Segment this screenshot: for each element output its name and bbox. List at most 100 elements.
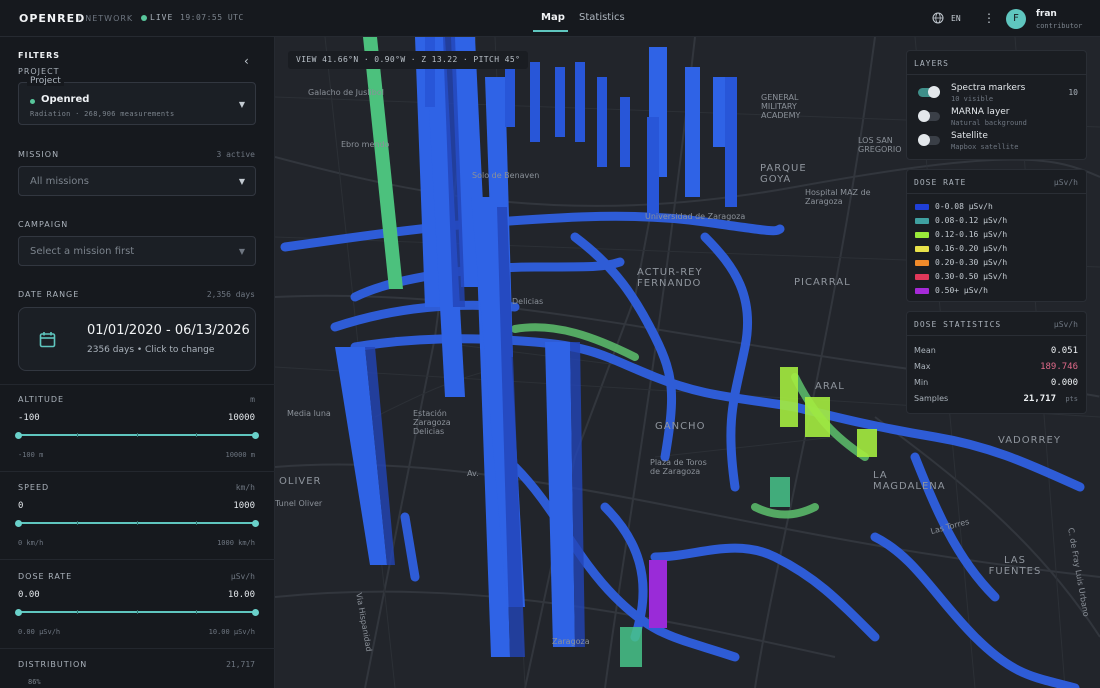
dose-rate-min-handle[interactable] xyxy=(15,609,22,616)
more-menu-icon[interactable]: ⋮ xyxy=(983,11,995,25)
date-range-count: 2,356 days xyxy=(206,290,255,299)
marna-layer-toggle[interactable] xyxy=(918,110,940,122)
map-label: GENERAL MILITARY ACADEMY xyxy=(761,93,801,120)
divider xyxy=(907,335,1086,336)
slider-tick xyxy=(77,433,78,437)
dose-rate-max-value: 10.00 xyxy=(227,590,255,600)
samples-label: Samples xyxy=(914,394,949,403)
mission-count: 3 active xyxy=(216,150,255,159)
date-range-picker[interactable]: 01/01/2020 - 06/13/2026 2356 days • Clic… xyxy=(18,307,256,371)
legend-swatch xyxy=(915,204,929,210)
chevron-down-icon: ▼ xyxy=(238,177,245,186)
layer-name: Spectra markers xyxy=(951,83,1026,93)
altitude-unit: m xyxy=(250,395,255,404)
map-label: ARAL xyxy=(815,381,845,392)
mean-value: 0.051 xyxy=(1050,346,1078,356)
tab-statistics[interactable]: Statistics xyxy=(579,12,625,23)
dose-rate-min-label: 0.00 µSv/h xyxy=(18,628,61,636)
high-dose-column[interactable] xyxy=(649,560,667,628)
avatar[interactable]: F xyxy=(1006,9,1026,29)
divider xyxy=(907,193,1086,194)
legend-label: 0.08-0.12 µSv/h xyxy=(935,216,1008,225)
legend-label: 0.30-0.50 µSv/h xyxy=(935,272,1008,281)
speed-max-handle[interactable] xyxy=(252,520,259,527)
slider-tick xyxy=(77,521,78,525)
map-label: GANCHO xyxy=(655,421,706,432)
map-label: LOS SAN GREGORIO xyxy=(858,136,902,154)
samples-value: 21,717 xyxy=(1023,394,1056,404)
stats-unit: µSv/h xyxy=(1053,320,1078,329)
speed-max-label: 1000 km/h xyxy=(217,539,255,547)
live-status-dot xyxy=(141,15,147,21)
map-label: Delicias xyxy=(512,297,544,306)
campaign-select[interactable]: Select a mission first ▼ xyxy=(18,236,256,266)
project-status-dot xyxy=(30,99,35,104)
slider-tick xyxy=(77,610,78,614)
live-clock: 19:07:55 UTC xyxy=(180,13,244,22)
dose-rate-max-handle[interactable] xyxy=(252,609,259,616)
distribution-count: 21,717 xyxy=(226,660,255,669)
stats-title: DOSE STATISTICS xyxy=(914,320,1002,329)
project-section-title: PROJECT xyxy=(18,67,60,76)
altitude-max-handle[interactable] xyxy=(252,432,259,439)
slider-tick xyxy=(196,610,197,614)
altitude-min-handle[interactable] xyxy=(15,432,22,439)
slider-tick xyxy=(137,610,138,614)
spectra-markers-toggle[interactable] xyxy=(918,86,940,98)
speed-min-value: 0 xyxy=(18,501,24,511)
dose-rate-max-label: 10.00 µSv/h xyxy=(208,628,255,636)
samples-unit: pts xyxy=(1065,395,1078,403)
altitude-max-label: 10000 m xyxy=(225,451,255,459)
legend-label: 0.20-0.30 µSv/h xyxy=(935,258,1008,267)
layers-panel: LAYERS Spectra markers 10 visible 10 MAR… xyxy=(906,50,1087,160)
divider xyxy=(907,74,1086,75)
min-label: Min xyxy=(914,378,929,387)
map-label: OLIVER xyxy=(279,476,322,487)
green-tall-column[interactable] xyxy=(363,37,403,289)
collapse-sidebar-icon[interactable]: ‹ xyxy=(244,54,249,68)
divider xyxy=(0,559,275,560)
tab-map[interactable]: Map xyxy=(541,12,565,23)
project-select[interactable]: Project Openred Radiation · 268,906 meas… xyxy=(18,76,256,125)
user-role: contributor xyxy=(1036,22,1083,30)
speed-min-handle[interactable] xyxy=(15,520,22,527)
legend-swatch xyxy=(915,260,929,266)
layer-name: MARNA layer xyxy=(951,107,1010,117)
legend-label: 0-0.08 µSv/h xyxy=(935,202,993,211)
dose-rate-min-value: 0.00 xyxy=(18,590,40,600)
campaign-section-title: CAMPAIGN xyxy=(18,220,69,229)
date-range-subtitle: 2356 days • Click to change xyxy=(87,345,215,355)
divider xyxy=(0,648,275,649)
user-name: fran xyxy=(1036,9,1057,19)
map-label: Solo de Benaven xyxy=(472,171,540,180)
map-label: Galacho de Juslibol xyxy=(308,88,384,97)
satellite-toggle[interactable] xyxy=(918,134,940,146)
layer-name: Satellite xyxy=(951,131,988,141)
map-label: Media luna xyxy=(287,409,331,418)
speed-max-value: 1000 xyxy=(233,501,255,511)
mean-label: Mean xyxy=(914,346,936,355)
language-selector[interactable]: EN xyxy=(951,14,961,23)
max-value: 189.746 xyxy=(1040,362,1078,372)
live-label: LIVE xyxy=(150,13,174,22)
slider-tick xyxy=(196,521,197,525)
brand-subtitle: / NETWORK xyxy=(78,14,134,23)
distribution-section-title: DISTRIBUTION xyxy=(18,660,88,669)
globe-icon[interactable] xyxy=(932,12,944,24)
slider-tick xyxy=(137,433,138,437)
divider xyxy=(0,384,275,385)
legend-swatch xyxy=(915,274,929,280)
brand-logo[interactable]: OPENRED xyxy=(19,12,85,25)
distribution-first-bar-label: 86% xyxy=(28,678,41,686)
legend-swatch xyxy=(915,288,929,294)
min-value: 0.000 xyxy=(1050,378,1078,388)
date-range-section-title: DATE RANGE xyxy=(18,290,80,299)
chevron-down-icon: ▼ xyxy=(238,100,245,109)
speed-section-title: SPEED xyxy=(18,483,50,492)
dose-rate-section-title: DOSE RATE xyxy=(18,572,73,581)
legend-label: 0.12-0.16 µSv/h xyxy=(935,230,1008,239)
layer-count: 10 xyxy=(1068,88,1078,97)
map-label: Ebro mendo xyxy=(341,140,390,149)
mission-select[interactable]: All missions ▼ xyxy=(18,166,256,196)
legend-label: 0.50+ µSv/h xyxy=(935,286,988,295)
